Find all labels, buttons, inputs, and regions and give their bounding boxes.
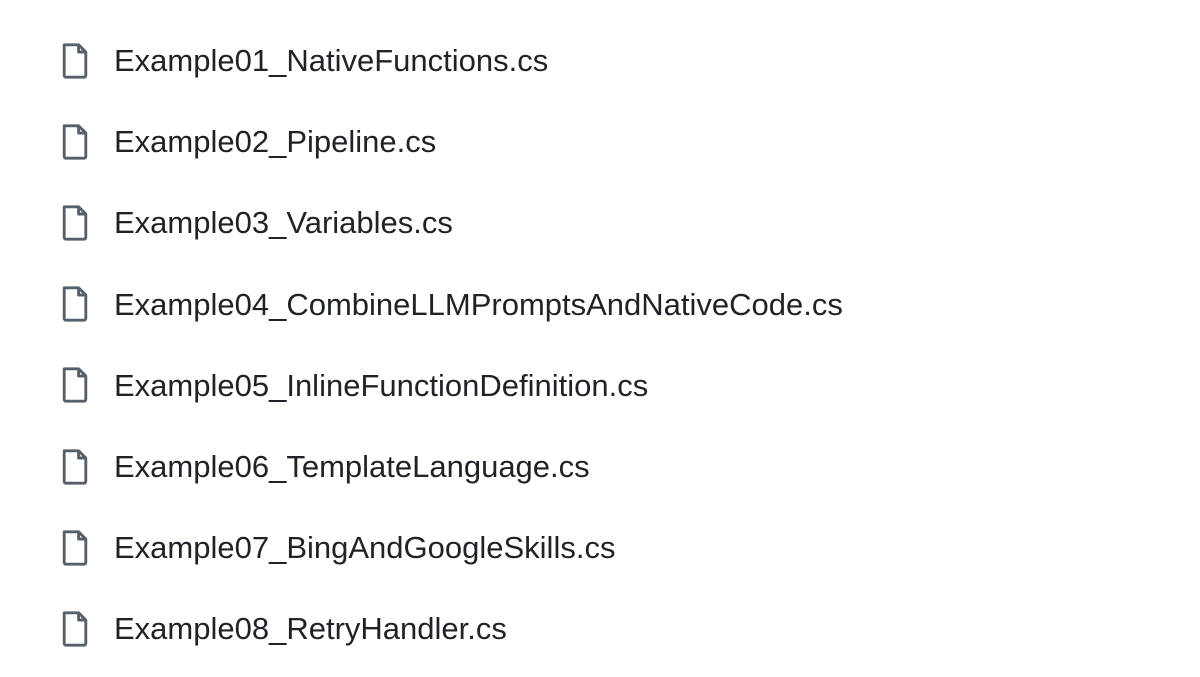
file-icon bbox=[60, 124, 90, 160]
file-item[interactable]: Example07_BingAndGoogleSkills.cs bbox=[60, 507, 1200, 588]
file-icon bbox=[60, 367, 90, 403]
file-name: Example04_CombineLLMPromptsAndNativeCode… bbox=[114, 286, 843, 323]
file-icon bbox=[60, 43, 90, 79]
file-item[interactable]: Example08_RetryHandler.cs bbox=[60, 588, 1200, 669]
file-name: Example06_TemplateLanguage.cs bbox=[114, 448, 590, 485]
file-item[interactable]: Example04_CombineLLMPromptsAndNativeCode… bbox=[60, 264, 1200, 345]
file-item[interactable]: Example01_NativeFunctions.cs bbox=[60, 20, 1200, 101]
file-name: Example05_InlineFunctionDefinition.cs bbox=[114, 367, 648, 404]
file-name: Example01_NativeFunctions.cs bbox=[114, 42, 548, 79]
file-name: Example02_Pipeline.cs bbox=[114, 123, 436, 160]
file-item[interactable]: Example05_InlineFunctionDefinition.cs bbox=[60, 345, 1200, 426]
file-item[interactable]: Example02_Pipeline.cs bbox=[60, 101, 1200, 182]
file-name: Example07_BingAndGoogleSkills.cs bbox=[114, 529, 615, 566]
file-list: Example01_NativeFunctions.cs Example02_P… bbox=[60, 20, 1200, 670]
file-icon bbox=[60, 286, 90, 322]
file-icon bbox=[60, 611, 90, 647]
file-item[interactable]: Example06_TemplateLanguage.cs bbox=[60, 426, 1200, 507]
file-icon bbox=[60, 205, 90, 241]
file-name: Example03_Variables.cs bbox=[114, 204, 453, 241]
file-icon bbox=[60, 530, 90, 566]
file-name: Example08_RetryHandler.cs bbox=[114, 610, 507, 647]
file-item[interactable]: Example03_Variables.cs bbox=[60, 182, 1200, 263]
file-icon bbox=[60, 449, 90, 485]
